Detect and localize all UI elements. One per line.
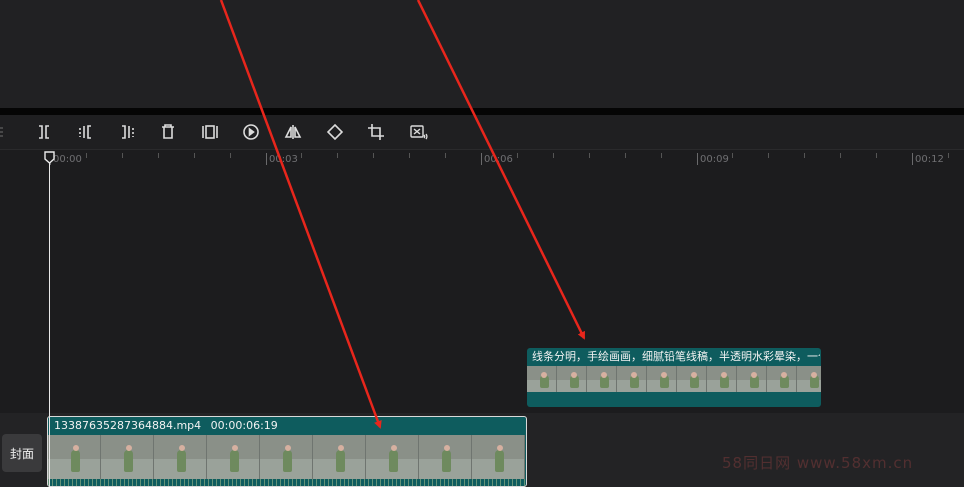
panel-divider[interactable] (0, 108, 964, 115)
clip-thumbnail (313, 435, 366, 479)
text-clip[interactable]: 线条分明，手绘画画，细腻铅笔线稿，半透明水彩晕染，一个才 (527, 348, 821, 407)
ruler-minor-tick (409, 153, 410, 158)
rotate-icon[interactable] (324, 122, 346, 142)
clip-thumbnail (767, 366, 797, 392)
video-clip-thumbnails (48, 435, 525, 479)
text-clip-thumbnails (527, 366, 821, 392)
ruler-minor-tick (948, 153, 949, 158)
clip-thumbnail (707, 366, 737, 392)
ruler-label: 00:12 (915, 154, 944, 165)
clip-thumbnail (260, 435, 313, 479)
ai-audio-icon[interactable] (407, 122, 429, 142)
ruler-minor-tick (732, 153, 733, 158)
ruler-minor-tick (804, 153, 805, 158)
ruler-minor-tick (589, 153, 590, 158)
clip-thumbnail (737, 366, 767, 392)
clip-thumbnail (419, 435, 472, 479)
split-icon[interactable] (33, 122, 55, 142)
ruler-minor-tick (194, 153, 195, 158)
ruler-minor-tick (876, 153, 877, 158)
ruler-minor-tick (158, 153, 159, 158)
clip-thumbnail (677, 366, 707, 392)
clip-thumbnail (647, 366, 677, 392)
clip-thumbnail (527, 366, 557, 392)
freeze-frame-icon[interactable] (199, 122, 221, 142)
audio-waveform (48, 479, 526, 486)
clip-thumbnail (587, 366, 617, 392)
ruler-minor-tick (337, 153, 338, 158)
ruler-minor-tick (230, 153, 231, 158)
clip-thumbnail (101, 435, 154, 479)
ruler-label: 00:09 (700, 154, 729, 165)
delete-icon[interactable] (157, 122, 179, 142)
clip-thumbnail (207, 435, 260, 479)
playhead[interactable] (49, 160, 50, 487)
clip-thumbnail (557, 366, 587, 392)
clip-thumbnail (154, 435, 207, 479)
ruler-minor-tick (445, 153, 446, 158)
split-right-icon[interactable] (116, 122, 138, 142)
ruler-minor-tick (517, 153, 518, 158)
time-ruler[interactable]: 00:00 00:03 00:06 00:09 00:12 (0, 150, 964, 170)
text-clip-label: 线条分明，手绘画画，细腻铅笔线稿，半透明水彩晕染，一个才 (532, 350, 820, 363)
ruler-minor-tick (840, 153, 841, 158)
timeline-toolbar (0, 115, 964, 150)
cover-button[interactable]: 封面 (2, 434, 42, 472)
watermark: 58同日网 www.58xm.cn (722, 454, 914, 472)
clip-thumbnail (617, 366, 647, 392)
video-clip-duration: 00:00:06:19 (210, 419, 278, 432)
split-left-icon[interactable] (75, 122, 97, 142)
ruler-minor-tick (86, 153, 87, 158)
ruler-minor-tick (373, 153, 374, 158)
playhead-handle[interactable] (44, 151, 55, 164)
ruler-label: 00:06 (484, 154, 513, 165)
clip-thumbnail (366, 435, 419, 479)
ruler-minor-tick (301, 153, 302, 158)
video-clip[interactable]: 13387635287364884.mp4 00:00:06:19 (47, 416, 527, 487)
ruler-minor-tick (625, 153, 626, 158)
clip-thumbnail (797, 366, 821, 392)
ruler-label: 00:03 (269, 154, 298, 165)
clip-thumbnail (472, 435, 525, 479)
video-clip-filename: 13387635287364884.mp4 (54, 419, 202, 432)
ruler-minor-tick (661, 153, 662, 158)
ruler-minor-tick (553, 153, 554, 158)
clip-thumbnail (48, 435, 101, 479)
video-clip-header: 13387635287364884.mp4 00:00:06:19 (54, 417, 278, 435)
undo-icon[interactable] (0, 122, 8, 142)
ruler-minor-tick (768, 153, 769, 158)
ruler-minor-tick (122, 153, 123, 158)
reverse-play-icon[interactable] (240, 122, 262, 142)
preview-area (0, 0, 964, 108)
mirror-icon[interactable] (282, 122, 304, 142)
crop-icon[interactable] (365, 122, 387, 142)
